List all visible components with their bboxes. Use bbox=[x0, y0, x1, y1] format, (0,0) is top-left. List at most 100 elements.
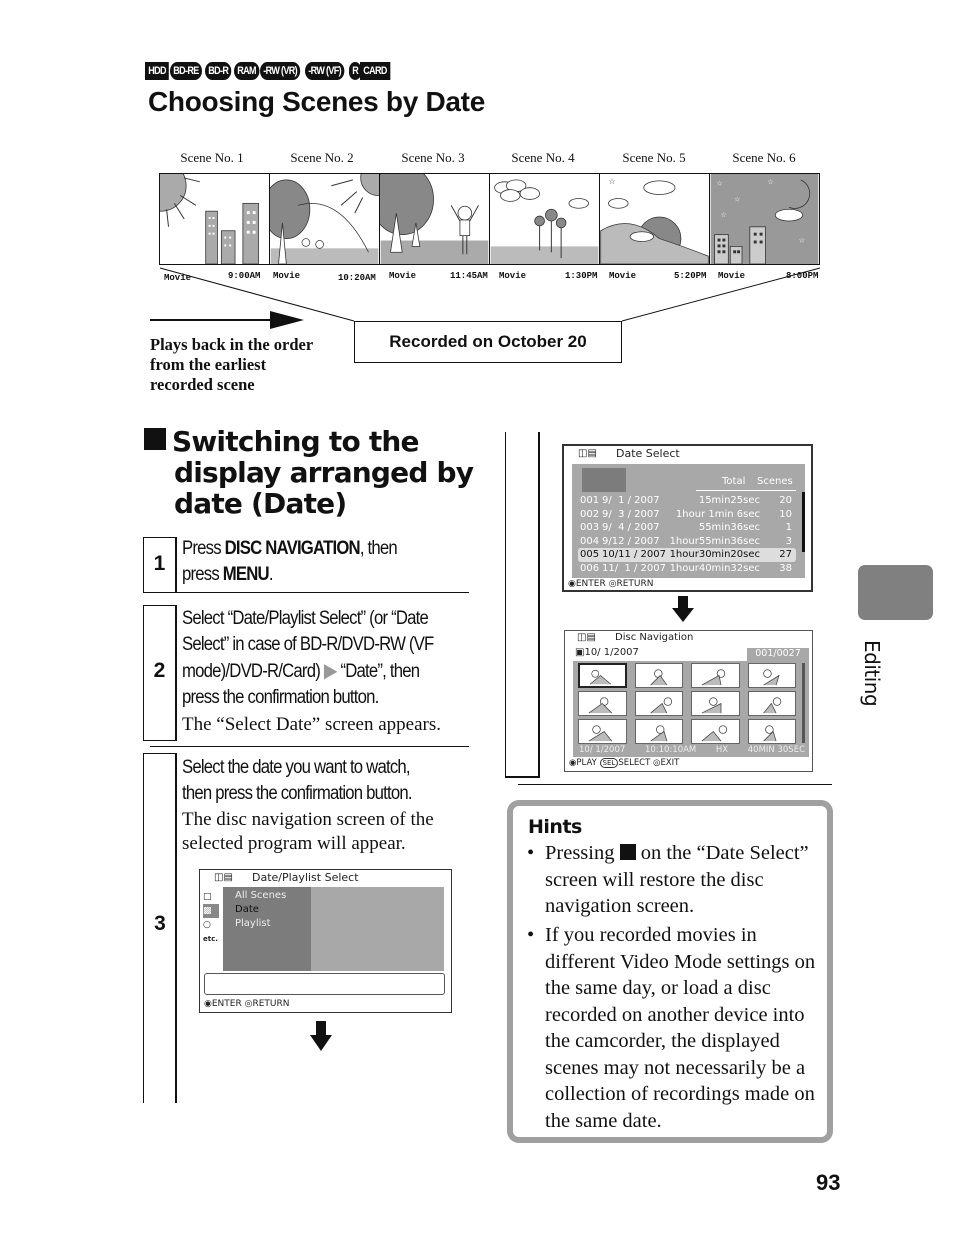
column-header-scenes: Scenes bbox=[757, 476, 793, 487]
sel-button-icon: SEL bbox=[599, 758, 619, 768]
footer-label: SELECT bbox=[618, 758, 651, 768]
note-line: recorded scene bbox=[150, 375, 255, 394]
date-playlist-select-screen: ◫▤ Date/Playlist Select □ ▩ ○ etc. All S… bbox=[199, 869, 452, 1013]
screen-title: Date/Playlist Select bbox=[252, 871, 359, 884]
row-scenes: 1 bbox=[785, 522, 792, 533]
column-header-total: Total bbox=[722, 476, 746, 487]
chapter-tab bbox=[858, 565, 933, 620]
menu-item-all-scenes[interactable]: All Scenes bbox=[235, 889, 299, 903]
row-total: 1hour55min36sec bbox=[669, 535, 760, 547]
row-total: 1hour30min20sec bbox=[669, 549, 760, 560]
row-number: 001 bbox=[580, 495, 600, 506]
date-row[interactable]: 005 10/11 / 2007 1hour30min20sec 27 bbox=[578, 548, 796, 562]
footer-label: ENTER bbox=[211, 999, 242, 1009]
text: collection of recordings made on bbox=[545, 1083, 815, 1105]
scene-thumbnail[interactable] bbox=[747, 719, 796, 744]
chapter-tab-label: Editing bbox=[860, 640, 884, 707]
row-date: 11/ 1 / 2007 bbox=[602, 562, 666, 574]
section-bullet-icon bbox=[144, 428, 166, 450]
camera-disc-icon: ◫▤ bbox=[214, 872, 233, 883]
scene-thumbnail[interactable] bbox=[691, 663, 740, 688]
screen-title: Date Select bbox=[616, 447, 680, 460]
menu-item-playlist[interactable]: Playlist bbox=[235, 917, 299, 931]
date-row[interactable]: 001 9/ 1 / 2007 15min25sec 20 bbox=[578, 494, 796, 508]
step-3-continuation-frame bbox=[505, 432, 540, 778]
heading-line: Switching to the bbox=[172, 425, 420, 458]
text: screen will restore the disc bbox=[545, 868, 764, 891]
text: recorded on another device into bbox=[545, 1003, 805, 1026]
scene-thumbnail[interactable] bbox=[691, 719, 740, 744]
thumbnail-scrollbar[interactable] bbox=[802, 663, 805, 743]
media-icons: □ ▩ ○ etc. bbox=[203, 890, 219, 946]
text: on the “Date Select” bbox=[640, 842, 809, 864]
scene-icon: □ bbox=[203, 892, 212, 902]
recording-date: ▣10/ 1/2007 bbox=[575, 647, 639, 658]
footer-label: ENTER bbox=[575, 579, 606, 589]
playlist-icon: ○ bbox=[203, 920, 211, 930]
date-icon: ▩ bbox=[203, 904, 219, 918]
row-date: 10/11 / 2007 bbox=[602, 549, 666, 560]
row-scenes: 3 bbox=[785, 535, 792, 547]
scene-thumbnail[interactable] bbox=[747, 691, 796, 716]
row-scenes: 38 bbox=[779, 562, 792, 574]
screen-footer: ◉PLAY SEL SELECT ◎EXIT bbox=[569, 758, 679, 768]
date-row[interactable]: 006 11/ 1 / 2007 1hour40min32sec 38 bbox=[578, 562, 796, 576]
date-row[interactable]: 004 9/12 / 2007 1hour55min36sec 3 bbox=[578, 535, 796, 549]
page-number: 93 bbox=[816, 1170, 841, 1195]
status-bar: 10/ 1/2007 10:10:10AM HX 40MIN 30SEC bbox=[579, 745, 805, 755]
section-heading: Switching to the display arranged by dat… bbox=[144, 425, 474, 519]
thumbnail-placeholder bbox=[582, 468, 626, 492]
status-time: 10:10:10AM bbox=[644, 745, 697, 755]
disc-navigation-screen: ◫▤ Disc Navigation ▣10/ 1/2007 001/0027 … bbox=[564, 630, 813, 772]
scene-thumbnail[interactable] bbox=[634, 691, 683, 716]
scene-thumbnail[interactable] bbox=[578, 691, 627, 716]
button-name-menu: MENU bbox=[222, 564, 270, 585]
date-row[interactable]: 003 9/ 4 / 2007 55min36sec 1 bbox=[578, 521, 796, 535]
heading-line: display arranged by bbox=[174, 456, 474, 489]
row-total: 55min36sec bbox=[698, 522, 760, 533]
header-underline bbox=[696, 490, 796, 491]
divider bbox=[518, 784, 832, 785]
step-number: 3 bbox=[154, 912, 166, 935]
message-area bbox=[204, 973, 445, 995]
scene-thumbnail[interactable] bbox=[634, 663, 683, 688]
text: the camcorder, the displayed bbox=[545, 1030, 780, 1052]
stop-button-icon bbox=[619, 844, 636, 860]
row-number: 006 bbox=[580, 562, 600, 574]
bullet: • bbox=[527, 924, 535, 946]
text: the same day, or load a disc bbox=[545, 977, 771, 999]
step-1-number-box: 1 bbox=[143, 537, 177, 593]
scene-thumbnail[interactable] bbox=[634, 719, 683, 744]
menu-list: All Scenes Date Playlist bbox=[223, 887, 311, 971]
row-total: 1hour40min32sec bbox=[669, 562, 760, 574]
text: Select” in case of BD-R/DVD-RW (VF bbox=[182, 634, 434, 655]
list-scrollbar[interactable] bbox=[802, 492, 805, 552]
step-3-number-box: 3 bbox=[143, 753, 177, 1103]
step-3-result: The disc navigation screen of the select… bbox=[182, 808, 434, 856]
row-date: 9/ 4 / 2007 bbox=[602, 522, 660, 533]
playback-order-arrow-icon bbox=[270, 311, 304, 329]
row-scenes: 27 bbox=[779, 549, 792, 560]
bullet: • bbox=[527, 842, 535, 864]
etc-icon: etc. bbox=[203, 935, 218, 943]
text: Pressing bbox=[545, 842, 620, 864]
scene-thumbnail[interactable] bbox=[578, 719, 627, 744]
status-duration: 40MIN 30SEC bbox=[747, 745, 805, 755]
text: Select the date you want to watch, bbox=[182, 757, 411, 778]
row-date: 9/12 / 2007 bbox=[602, 535, 660, 547]
scene-thumbnail[interactable] bbox=[578, 663, 627, 688]
menu-item-date[interactable]: Date bbox=[235, 903, 299, 917]
text: , then bbox=[359, 538, 398, 559]
footer-label: RETURN bbox=[252, 999, 290, 1009]
date-row[interactable]: 002 9/ 3 / 2007 1hour 1min 6sec 10 bbox=[578, 508, 796, 522]
button-name-disc-navigation: DISC NAVIGATION bbox=[224, 538, 361, 559]
enter-icon: ◉ bbox=[568, 579, 576, 589]
footer-label: EXIT bbox=[660, 758, 680, 768]
row-scenes: 20 bbox=[779, 495, 792, 506]
scene-thumbnail[interactable] bbox=[747, 663, 796, 688]
date-select-screen: ◫▤ Date Select Total Scenes 001 9/ 1 / 20… bbox=[562, 444, 813, 592]
row-number: 005 bbox=[580, 549, 600, 560]
screen-footer: ◉ENTER ◎RETURN bbox=[204, 999, 289, 1009]
scene-thumbnail[interactable] bbox=[691, 691, 740, 716]
step-2-number-box: 2 bbox=[143, 605, 177, 741]
